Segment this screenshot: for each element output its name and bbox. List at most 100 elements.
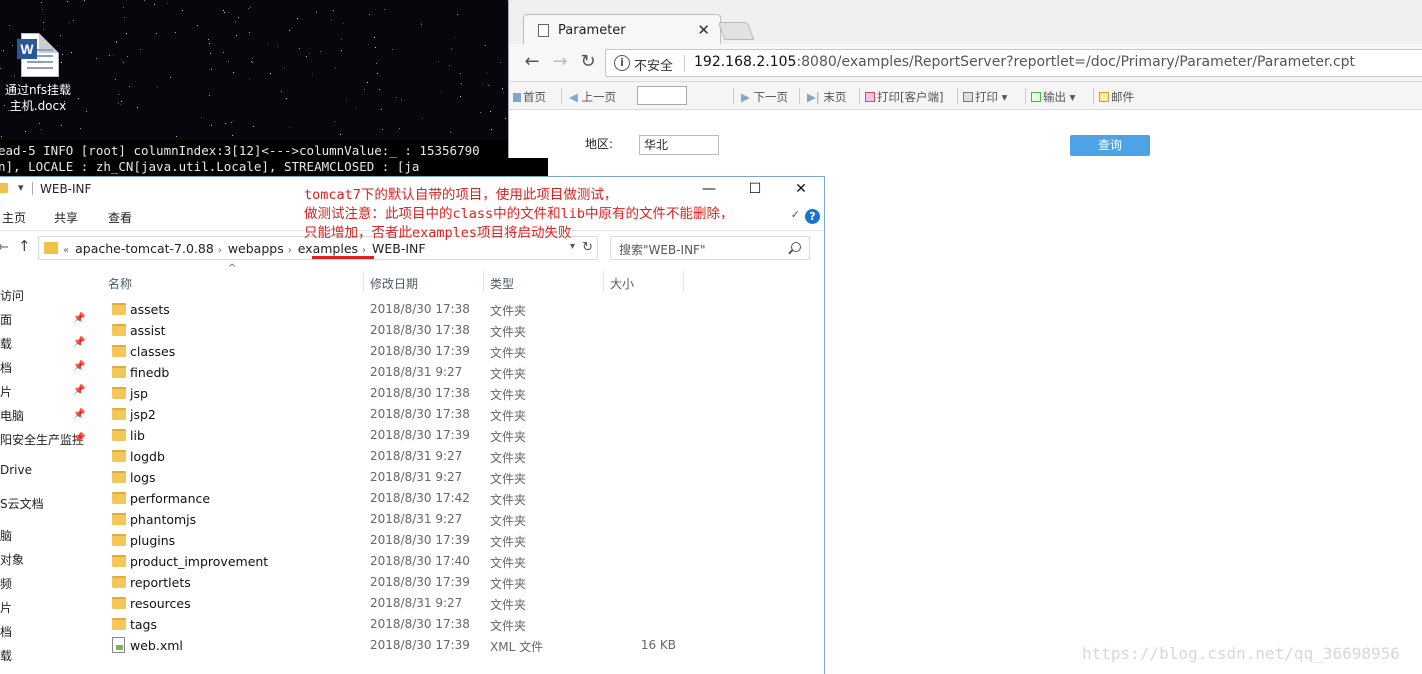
chevron-right-icon[interactable]: › [288, 245, 292, 256]
nav-item-safety-monitor[interactable]: 阳安全生产监控 [0, 431, 84, 448]
tab-home[interactable]: 主页 [2, 209, 26, 226]
breadcrumb-item-examples[interactable]: examples [298, 241, 358, 256]
chevron-right-icon[interactable]: › [218, 245, 222, 256]
nav-item-quick-access[interactable]: 访问 [0, 287, 24, 304]
column-size[interactable]: 大小 [610, 275, 634, 292]
column-date[interactable]: 修改日期 [370, 275, 418, 292]
nav-item-onedrive[interactable]: Drive [0, 463, 32, 477]
star-speck [233, 121, 234, 122]
export-icon [1031, 92, 1041, 102]
nav-item-pictures[interactable]: 片 [0, 383, 12, 400]
xml-file-icon [112, 637, 125, 653]
tab-view[interactable]: 查看 [108, 209, 132, 226]
star-speck [73, 20, 74, 21]
star-speck [369, 14, 370, 15]
last-page-button[interactable]: ▶| 末页 [807, 89, 846, 105]
nav-item-desktop[interactable]: 面 [0, 311, 12, 328]
print-button[interactable]: 打印 ▾ [963, 89, 1007, 105]
forward-arrow-icon[interactable]: → [549, 52, 571, 72]
help-icon[interactable]: ? [805, 209, 820, 224]
expand-ribbon-icon[interactable]: ✓ [791, 208, 800, 221]
print-client-button[interactable]: 打印[客户端] [865, 89, 943, 105]
file-row[interactable]: logs 2018/8/31 9:27 文件夹 [106, 467, 806, 488]
overflow-chevron-icon[interactable]: « [63, 245, 69, 256]
file-row[interactable]: assets 2018/8/30 17:38 文件夹 [106, 299, 806, 320]
file-row[interactable]: logdb 2018/8/31 9:27 文件夹 [106, 446, 806, 467]
tab-share[interactable]: 共享 [54, 209, 78, 226]
reload-icon[interactable]: ↻ [577, 52, 599, 72]
file-row[interactable]: jsp2 2018/8/30 17:38 文件夹 [106, 404, 806, 425]
file-row[interactable]: classes 2018/8/30 17:39 文件夹 [106, 341, 806, 362]
file-row[interactable]: reportlets 2018/8/30 17:39 文件夹 [106, 572, 806, 593]
nav-item-wps-cloud[interactable]: S云文档 [0, 495, 44, 512]
info-icon[interactable]: i [614, 55, 630, 71]
star-speck [376, 63, 377, 64]
url-text[interactable]: 192.168.2.105:8080/examples/ReportServer… [694, 54, 1355, 70]
file-row[interactable]: lib 2018/8/30 17:39 文件夹 [106, 425, 806, 446]
back-arrow-icon[interactable]: ← [521, 52, 543, 72]
file-row[interactable]: phantomjs 2018/8/31 9:27 文件夹 [106, 509, 806, 530]
file-row[interactable]: tags 2018/8/30 17:38 文件夹 [106, 614, 806, 635]
maximize-button[interactable]: ☐ [732, 177, 778, 201]
breadcrumb-item-webapps[interactable]: webapps [228, 241, 284, 256]
nav-item-documents[interactable]: 档 [0, 359, 12, 376]
file-row[interactable]: finedb 2018/8/31 9:27 文件夹 [106, 362, 806, 383]
chevron-right-icon[interactable]: › [362, 245, 366, 256]
next-page-button[interactable]: ▶ 下一页 [741, 89, 788, 105]
star-speck [235, 21, 236, 22]
email-button[interactable]: 邮件 [1099, 89, 1134, 105]
column-divider[interactable] [603, 271, 604, 293]
column-divider[interactable] [363, 271, 364, 293]
region-input[interactable]: 华北 [639, 135, 719, 155]
address-bar[interactable]: i 不安全 192.168.2.105:8080/examples/Report… [605, 49, 1422, 77]
folder-icon [112, 534, 126, 546]
file-row[interactable]: resources 2018/8/31 9:27 文件夹 [106, 593, 806, 614]
file-row[interactable]: jsp 2018/8/30 17:38 文件夹 [106, 383, 806, 404]
column-name[interactable]: 名称 [108, 275, 132, 292]
query-button[interactable]: 查询 [1070, 135, 1150, 156]
star-speck [211, 69, 212, 70]
close-window-button[interactable]: ✕ [778, 177, 824, 201]
star-speck [392, 49, 393, 50]
nav-item-videos[interactable]: 频 [0, 575, 12, 592]
not-secure-label[interactable]: 不安全 [634, 55, 673, 74]
nav-item-computer[interactable]: 脑 [0, 527, 12, 544]
quick-access-dropdown-icon[interactable]: ▾ [18, 181, 24, 194]
file-row[interactable]: plugins 2018/8/30 17:39 文件夹 [106, 530, 806, 551]
column-divider[interactable] [683, 271, 684, 293]
file-type: 文件夹 [490, 325, 527, 339]
star-speck [449, 65, 450, 66]
nav-item-this-pc[interactable]: 电脑 [0, 407, 24, 424]
prev-page-button[interactable]: ◀ 上一页 [569, 89, 616, 105]
close-tab-icon[interactable]: ✕ [697, 21, 710, 39]
nav-item-pictures-2[interactable]: 片 [0, 599, 12, 616]
column-type[interactable]: 类型 [490, 275, 514, 292]
nav-item-downloads-2[interactable]: 载 [0, 647, 12, 664]
up-arrow-icon[interactable]: ↑ [18, 237, 31, 255]
file-type: 文件夹 [490, 388, 527, 402]
breadcrumb-item-webinf[interactable]: WEB-INF [372, 241, 426, 256]
page-number-input[interactable] [637, 86, 687, 105]
star-speck [62, 54, 63, 55]
first-page-button[interactable]: 首页 [513, 89, 546, 105]
nav-item-documents-2[interactable]: 档 [0, 623, 12, 640]
column-divider[interactable] [483, 271, 484, 293]
nav-item-downloads[interactable]: 载 [0, 335, 12, 352]
file-date: 2018/8/30 17:38 [370, 617, 470, 631]
star-speck [210, 53, 211, 54]
breadcrumb-item-tomcat[interactable]: apache-tomcat-7.0.88 [75, 241, 214, 256]
new-tab-button[interactable] [717, 22, 755, 40]
browser-tab-parameter[interactable]: Parameter ✕ [523, 14, 721, 46]
file-row[interactable]: product_improvement 2018/8/30 17:40 文件夹 [106, 551, 806, 572]
desktop-file-label[interactable]: 通过nfs挂载 主机.docx [0, 82, 76, 114]
word-document-icon[interactable]: W [17, 33, 59, 77]
toolbar-separator [1093, 88, 1094, 104]
nav-item-3d-objects[interactable]: 对象 [0, 551, 24, 568]
file-row[interactable]: performance 2018/8/30 17:42 文件夹 [106, 488, 806, 509]
search-icon[interactable] [791, 242, 801, 252]
export-button[interactable]: 输出 ▾ [1031, 89, 1075, 105]
file-row[interactable]: assist 2018/8/30 17:38 文件夹 [106, 320, 806, 341]
star-speck [84, 0, 85, 1]
file-row[interactable]: web.xml 2018/8/30 17:39 XML 文件 16 KB [106, 635, 806, 656]
back-arrow-icon[interactable]: ← [0, 240, 9, 255]
